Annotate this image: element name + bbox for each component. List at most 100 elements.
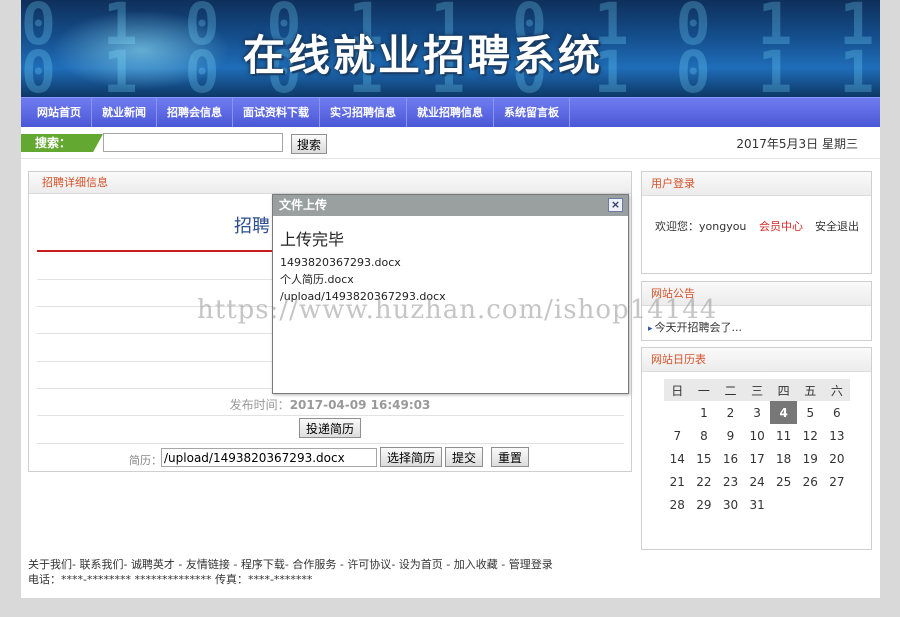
- submit-resume-button[interactable]: 投递简历: [299, 418, 362, 438]
- calendar-day[interactable]: 7: [664, 424, 691, 447]
- calendar-day[interactable]: 16: [717, 447, 744, 470]
- site-banner: 0 1 0 0 1 1 0 1 0 1 1 0 0 1 0 1 0 0 1 1 …: [21, 0, 880, 97]
- calendar-day[interactable]: 23: [717, 470, 744, 493]
- footer-link-contact[interactable]: 联系我们: [79, 558, 123, 571]
- site-footer: 关于我们- 联系我们- 诚聘英才 - 友情链接 - 程序下载- 合作服务 - 许…: [28, 557, 553, 587]
- calendar-week: 14 15 16 17 18 19 20: [664, 447, 850, 470]
- nav-jobs[interactable]: 就业招聘信息: [407, 97, 494, 128]
- upload-status: 上传完毕: [280, 230, 345, 249]
- weekday-header: 三: [743, 379, 771, 401]
- calendar-week: 21 22 23 24 25 26 27: [664, 470, 850, 493]
- calendar-day[interactable]: 18: [770, 447, 797, 470]
- nav-message-board[interactable]: 系统留言板: [494, 97, 570, 128]
- resume-path-input[interactable]: [161, 448, 377, 467]
- row-divider: [37, 415, 624, 416]
- dialog-header: 文件上传 ×: [273, 195, 628, 216]
- calendar-week: 7 8 9 10 11 12 13: [664, 424, 850, 447]
- calendar-day-today[interactable]: 4: [770, 401, 797, 424]
- calendar-day: [824, 493, 851, 516]
- search-input[interactable]: [103, 133, 283, 152]
- calendar-day[interactable]: 24: [744, 470, 771, 493]
- calendar-day[interactable]: 19: [797, 447, 824, 470]
- nav-home[interactable]: 网站首页: [27, 97, 92, 128]
- nav-job-fair[interactable]: 招聘会信息: [157, 97, 233, 128]
- footer-link-homepage[interactable]: 设为首页: [399, 558, 443, 571]
- nav-interview-download[interactable]: 面试资料下载: [233, 97, 320, 128]
- footer-link-careers[interactable]: 诚聘英才: [131, 558, 175, 571]
- calendar-day[interactable]: 12: [797, 424, 824, 447]
- publish-time-value: 2017-04-09 16:49:03: [289, 398, 431, 412]
- footer-link-friends[interactable]: 友情链接: [186, 558, 230, 571]
- nav-internship[interactable]: 实习招聘信息: [320, 97, 407, 128]
- calendar-table: 日 一 二 三 四 五 六 1 2 3 4 5 6 7 8 9 10 11 12…: [664, 379, 851, 516]
- search-button[interactable]: 搜索: [291, 134, 328, 154]
- calendar-day[interactable]: 13: [824, 424, 851, 447]
- footer-link-license[interactable]: 许可协议: [347, 558, 391, 571]
- site-title: 在线就业招聘系统: [243, 31, 604, 80]
- user-login-title: 用户登录: [642, 172, 871, 196]
- calendar-day[interactable]: 17: [744, 447, 771, 470]
- calendar-week: 1 2 3 4 5 6: [664, 401, 850, 424]
- calendar-day[interactable]: 11: [770, 424, 797, 447]
- footer-link-download[interactable]: 程序下载: [241, 558, 285, 571]
- calendar-day[interactable]: 6: [824, 401, 851, 424]
- calendar-day: [770, 493, 797, 516]
- calendar-day[interactable]: 2: [717, 401, 744, 424]
- search-bar: 搜索： 搜索 2017年5月3日 星期三: [21, 127, 880, 159]
- footer-contact: 电话：****-******** ************** 传真：****-…: [28, 573, 313, 586]
- dialog-title: 文件上传: [279, 198, 328, 212]
- calendar-day[interactable]: 25: [770, 470, 797, 493]
- member-center-link[interactable]: 会员中心: [759, 218, 803, 234]
- user-login-panel: 用户登录 欢迎您：yongyou 会员中心 安全退出: [641, 171, 872, 274]
- calendar-day[interactable]: 27: [824, 470, 851, 493]
- weekday-header: 六: [823, 379, 851, 401]
- calendar-day: [664, 401, 691, 424]
- calendar-title: 网站日历表: [642, 348, 871, 372]
- calendar-day[interactable]: 28: [664, 493, 691, 516]
- weekday-header: 一: [690, 379, 718, 401]
- publish-time-label: 发布时间：: [229, 398, 290, 412]
- calendar-day[interactable]: 3: [744, 401, 771, 424]
- file-upload-dialog: 文件上传 × 上传完毕 1493820367293.docx 个人简历.docx…: [272, 194, 629, 394]
- calendar-day[interactable]: 8: [691, 424, 718, 447]
- calendar-day[interactable]: 30: [717, 493, 744, 516]
- resume-label: 简历：: [129, 454, 162, 467]
- calendar-week: 28 29 30 31: [664, 493, 850, 516]
- search-label: 搜索：: [21, 134, 103, 152]
- nav-news[interactable]: 就业新闻: [92, 97, 157, 128]
- upload-file-name: 1493820367293.docx: [280, 256, 401, 269]
- row-divider: [37, 443, 624, 444]
- logout-link[interactable]: 安全退出: [815, 218, 859, 234]
- choose-resume-button[interactable]: 选择简历: [380, 447, 443, 467]
- calendar-day[interactable]: 26: [797, 470, 824, 493]
- calendar-day[interactable]: 21: [664, 470, 691, 493]
- footer-link-about[interactable]: 关于我们: [28, 558, 72, 571]
- calendar-day[interactable]: 10: [744, 424, 771, 447]
- watermark: https://www.huzhan.com/ishop14144: [197, 295, 718, 325]
- footer-links: 关于我们- 联系我们- 诚聘英才 - 友情链接 - 程序下载- 合作服务 - 许…: [28, 558, 553, 571]
- calendar-day[interactable]: 15: [691, 447, 718, 470]
- submit-button[interactable]: 提交: [445, 447, 484, 467]
- arrow-right-icon: ▸: [648, 324, 653, 334]
- job-detail-panel-title: 招聘详细信息: [29, 172, 631, 194]
- upload-original-name: 个人简历.docx: [280, 273, 354, 286]
- calendar-day[interactable]: 5: [797, 401, 824, 424]
- calendar-day: 1: [700, 405, 708, 420]
- calendar-day[interactable]: 29: [691, 493, 718, 516]
- reset-button[interactable]: 重置: [491, 447, 530, 467]
- calendar-day[interactable]: 14: [664, 447, 691, 470]
- calendar-day[interactable]: 22: [691, 470, 718, 493]
- footer-link-favorite[interactable]: 加入收藏: [454, 558, 498, 571]
- job-detail-title: 招聘: [234, 216, 270, 237]
- calendar-day: [797, 493, 824, 516]
- footer-link-cooperation[interactable]: 合作服务: [292, 558, 336, 571]
- weekday-header: 四: [770, 379, 797, 401]
- calendar-day[interactable]: 31: [744, 493, 771, 516]
- weekday-header: 五: [796, 379, 824, 401]
- current-date: 2017年5月3日 星期三: [736, 137, 858, 151]
- footer-link-admin[interactable]: 管理登录: [509, 558, 553, 571]
- publish-time: 发布时间：2017-04-09 16:49:03: [29, 396, 631, 413]
- calendar-day[interactable]: 9: [717, 424, 744, 447]
- close-icon[interactable]: ×: [608, 198, 623, 212]
- calendar-day[interactable]: 20: [824, 447, 851, 470]
